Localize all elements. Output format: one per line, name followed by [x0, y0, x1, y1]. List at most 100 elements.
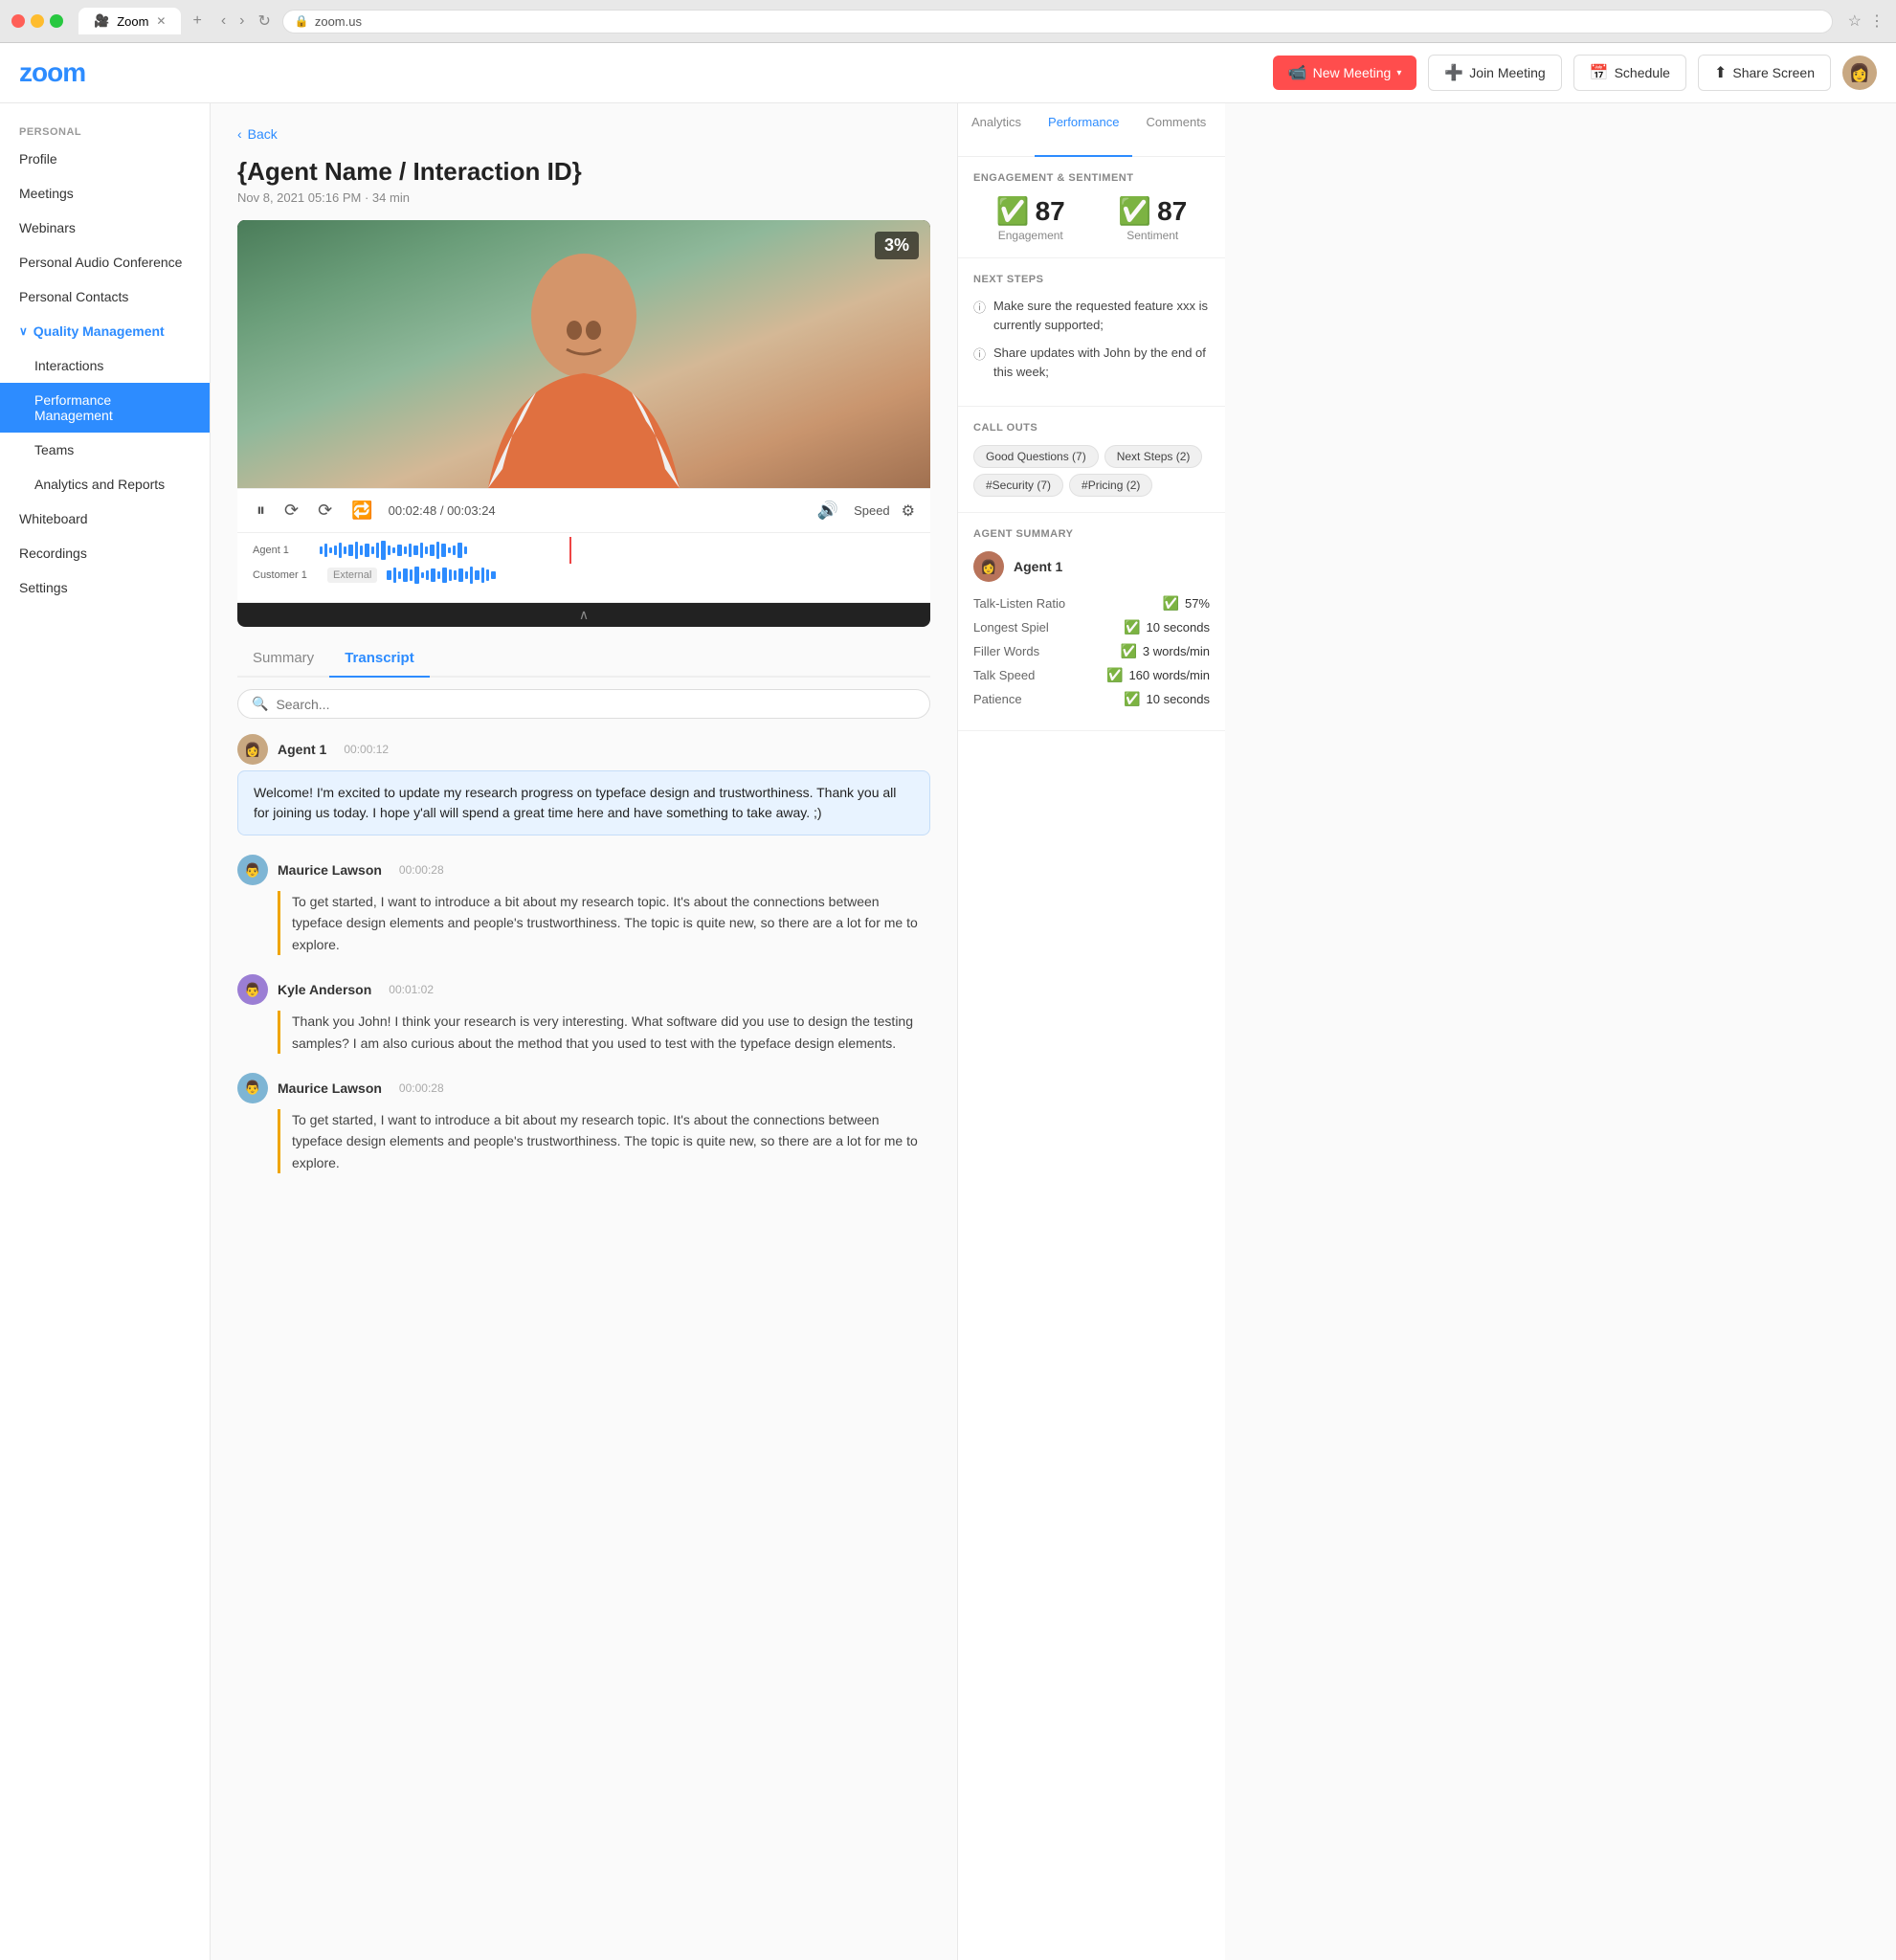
stat-value: ✅ 3 words/min: [1120, 643, 1210, 659]
stat-label: Filler Words: [973, 644, 1039, 658]
message-accent-bar: [278, 1109, 280, 1173]
engagement-value: ✅ 87: [973, 195, 1088, 227]
join-meeting-button[interactable]: ➕ Join Meeting: [1428, 55, 1561, 91]
forward-nav-button[interactable]: ›: [235, 9, 248, 33]
forward-button[interactable]: ⟳: [314, 497, 336, 524]
sentiment-value: ✅ 87: [1096, 195, 1211, 227]
message-accent-bar: [278, 891, 280, 955]
browser-chrome: 🎥 Zoom ✕ + ‹ › ↻ 🔒 zoom.us ☆ ⋮: [0, 0, 1896, 43]
sentiment-check-icon: ✅: [1118, 195, 1151, 227]
sidebar-item-label: Performance Management: [34, 392, 190, 423]
app-header: zoom 📹 New Meeting ▾ ➕ Join Meeting 📅 Sc…: [0, 43, 1896, 103]
new-tab-button[interactable]: +: [192, 12, 201, 30]
sidebar-item-performance-management[interactable]: Performance Management: [0, 383, 210, 433]
tab-close-icon[interactable]: ✕: [156, 14, 166, 28]
sidebar-item-label: Settings: [19, 580, 68, 595]
customer1-waveform[interactable]: External: [320, 566, 915, 585]
message-item: 👩 Agent 1 00:00:12 Welcome! I'm excited …: [237, 734, 930, 835]
stat-value: ✅ 10 seconds: [1124, 691, 1210, 707]
sidebar-item-webinars[interactable]: Webinars: [0, 211, 210, 245]
app-container: zoom 📹 New Meeting ▾ ➕ Join Meeting 📅 Sc…: [0, 43, 1896, 1960]
extensions-button[interactable]: ⋮: [1869, 11, 1885, 31]
video-settings-button[interactable]: ⚙: [902, 501, 915, 521]
sidebar-section-personal: PERSONAL: [0, 119, 210, 142]
address-bar[interactable]: 🔒 zoom.us: [282, 10, 1833, 33]
tab-summary[interactable]: Summary: [237, 642, 329, 678]
sidebar-item-label: Teams: [34, 442, 74, 457]
schedule-button[interactable]: 📅 Schedule: [1573, 55, 1686, 91]
sidebar-item-analytics-reports[interactable]: Analytics and Reports: [0, 467, 210, 501]
loop-button[interactable]: 🔁: [347, 497, 376, 524]
check-icon: ✅: [1106, 667, 1123, 683]
tab-transcript[interactable]: Transcript: [329, 642, 430, 678]
user-avatar[interactable]: 👩: [1842, 56, 1877, 90]
avatar: 👨: [237, 855, 268, 885]
sidebar-item-label: Profile: [19, 151, 57, 167]
join-icon: ➕: [1444, 63, 1463, 82]
message-time: 00:00:28: [399, 863, 444, 877]
sidebar-item-teams[interactable]: Teams: [0, 433, 210, 467]
right-panel: Analytics Performance Comments Interacti…: [957, 103, 1225, 1960]
callout-tag[interactable]: Good Questions (7): [973, 445, 1099, 468]
progress-line: [569, 537, 571, 564]
sidebar-item-label: Meetings: [19, 186, 74, 201]
sidebar-item-recordings[interactable]: Recordings: [0, 536, 210, 570]
sidebar-item-profile[interactable]: Profile: [0, 142, 210, 176]
stat-label: Longest Spiel: [973, 620, 1049, 635]
callout-tag[interactable]: #Security (7): [973, 474, 1063, 497]
sidebar-item-label: Personal Audio Conference: [19, 255, 182, 270]
main-content: PERSONAL Profile Meetings Webinars Perso…: [0, 103, 1896, 1960]
next-steps-section: NEXT STEPS ⓘ Make sure the requested fea…: [958, 258, 1225, 407]
minimize-button[interactable]: [31, 14, 44, 28]
message-item: 👨 Kyle Anderson 00:01:02 Thank you John!…: [237, 974, 930, 1054]
new-meeting-button[interactable]: 📹 New Meeting ▾: [1273, 56, 1417, 90]
callout-tag[interactable]: #Pricing (2): [1069, 474, 1152, 497]
rewind-button[interactable]: ⟳: [280, 497, 302, 524]
metrics-row: ✅ 87 Engagement ✅ 87 Sentiment: [973, 195, 1210, 242]
video-person-svg: [412, 239, 756, 488]
sidebar-item-settings[interactable]: Settings: [0, 570, 210, 605]
chevron-down-icon: ∨: [19, 324, 28, 338]
video-container: 3% ⏸: [237, 220, 930, 627]
customer1-waveform-row: Customer 1 External: [253, 566, 915, 585]
close-button[interactable]: [11, 14, 25, 28]
browser-tab[interactable]: 🎥 Zoom ✕: [78, 8, 181, 34]
video-scene: 3%: [237, 220, 930, 488]
zoom-logo: zoom: [19, 57, 85, 88]
sidebar-item-personal-contacts[interactable]: Personal Contacts: [0, 279, 210, 314]
message-header: 👨 Kyle Anderson 00:01:02: [237, 974, 930, 1005]
back-label: Back: [248, 126, 278, 142]
sidebar-item-whiteboard[interactable]: Whiteboard: [0, 501, 210, 536]
sidebar-item-personal-audio[interactable]: Personal Audio Conference: [0, 245, 210, 279]
sidebar-item-quality-management[interactable]: ∨ Quality Management: [0, 314, 210, 348]
panel-tab-interaction-info[interactable]: Interaction Info: [1219, 103, 1225, 157]
lock-icon: 🔒: [295, 14, 309, 28]
sidebar-item-meetings[interactable]: Meetings: [0, 176, 210, 211]
speed-button[interactable]: Speed: [854, 503, 890, 518]
bookmark-button[interactable]: ☆: [1848, 11, 1862, 31]
reload-button[interactable]: ↻: [254, 8, 274, 34]
volume-button[interactable]: 🔊: [814, 497, 842, 524]
stat-value: ✅ 10 seconds: [1124, 619, 1210, 635]
back-link[interactable]: ‹ Back: [237, 126, 930, 142]
pause-button[interactable]: ⏸: [253, 497, 269, 524]
sidebar-item-label: Webinars: [19, 220, 76, 235]
engagement-metric: ✅ 87 Engagement: [973, 195, 1088, 242]
sidebar-item-interactions[interactable]: Interactions: [0, 348, 210, 383]
message-text: To get started, I want to introduce a bi…: [292, 891, 930, 955]
content-area: ‹ Back {Agent Name / Interaction ID} Nov…: [211, 103, 1896, 1960]
share-screen-button[interactable]: ⬆ Share Screen: [1698, 55, 1831, 91]
search-input[interactable]: [276, 697, 916, 712]
panel-tab-performance[interactable]: Performance: [1035, 103, 1132, 157]
panel-tab-analytics[interactable]: Analytics: [958, 103, 1035, 157]
collapse-button[interactable]: ∧: [237, 602, 930, 627]
panel-tab-comments[interactable]: Comments: [1132, 103, 1219, 157]
transcript-messages: 👩 Agent 1 00:00:12 Welcome! I'm excited …: [237, 734, 930, 1173]
callout-tag[interactable]: Next Steps (2): [1104, 445, 1203, 468]
back-nav-button[interactable]: ‹: [217, 9, 230, 33]
agent1-waveform[interactable]: [320, 541, 915, 560]
maximize-button[interactable]: [50, 14, 63, 28]
avatar: 👨: [237, 974, 268, 1005]
check-icon: ✅: [1163, 595, 1179, 612]
message-text: Thank you John! I think your research is…: [292, 1011, 930, 1054]
